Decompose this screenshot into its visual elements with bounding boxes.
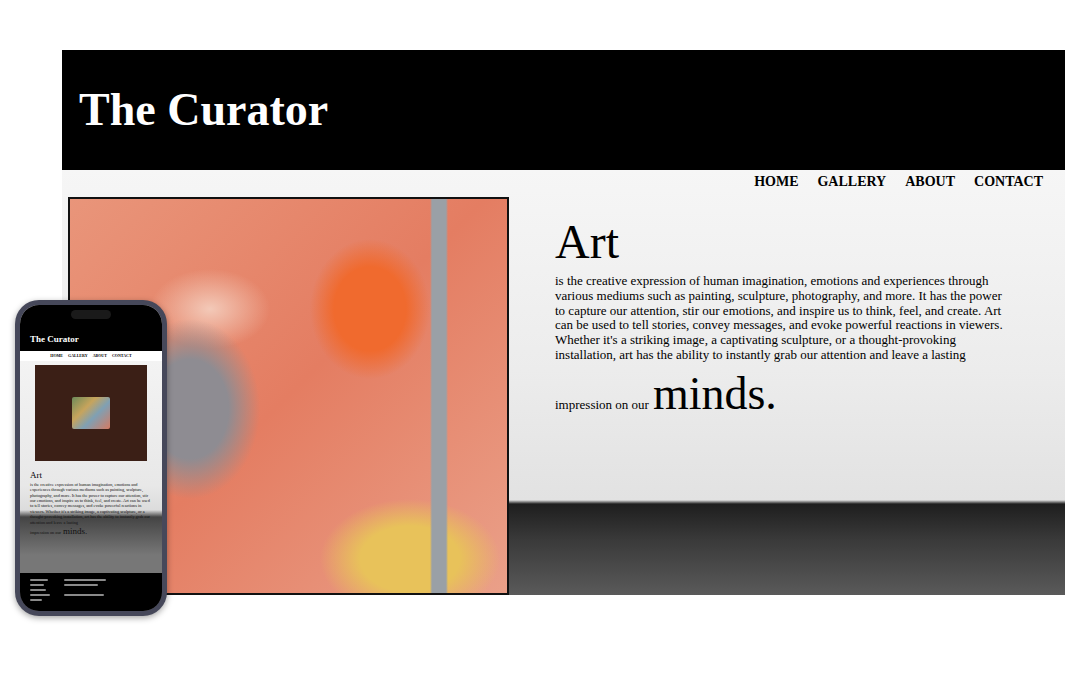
phone-artwork-detail [72, 397, 110, 429]
nav-link[interactable]: HOME [754, 174, 798, 196]
phone-footer-line [30, 584, 44, 586]
phone-notch [71, 310, 111, 319]
phone-hero-closing: impression on ourminds. [20, 525, 162, 536]
phone-nav-link[interactable]: ABOUT [93, 354, 107, 359]
phone-footer-line [30, 589, 46, 591]
hero-heading: Art [555, 218, 1019, 266]
site-body: HOME GALLERY ABOUT CONTACT Art is the creativ… [62, 170, 1065, 595]
desktop-page: The Curator HOME GALLERY ABOUT CONTACT Art is … [62, 50, 1065, 595]
nav-link[interactable]: CONTACT [974, 174, 1043, 196]
phone-footer-line [30, 579, 48, 581]
phone-footer-line [64, 584, 98, 586]
hero-text: Art is the creative expression of human i… [509, 196, 1019, 595]
phone-screen: The Curator HOME GALLERY ABOUT CONTACT Artis … [20, 305, 162, 611]
phone-site-title[interactable]: The Curator [30, 335, 79, 345]
phone-nav-link[interactable]: HOME [50, 354, 63, 359]
phone-footer [20, 573, 162, 611]
phone-nav-bar: HOME GALLERY ABOUT CONTACT [20, 351, 162, 361]
phone-closing-text: impression on our [30, 530, 61, 535]
nav-link[interactable]: GALLERY [817, 174, 886, 196]
closing-text: impression on our [555, 397, 649, 413]
nav-bar: HOME GALLERY ABOUT CONTACT [62, 170, 1065, 196]
phone-footer-column [64, 579, 106, 605]
emphasis-text: minds. [653, 369, 777, 420]
hero-closing: impression on ourminds. [555, 369, 1019, 420]
phone-footer-line [64, 579, 106, 581]
phone-nav-link[interactable]: CONTACT [112, 354, 132, 359]
hero-paragraph: is the creative expression of human imag… [555, 274, 1015, 363]
phone-footer-line [30, 594, 50, 596]
phone-hero-paragraph: is the creative expression of human imag… [20, 481, 162, 525]
phone-footer-line [64, 594, 104, 596]
phone-hero-heading: Art [20, 461, 162, 481]
site-title[interactable]: The Curator [79, 85, 328, 136]
phone-footer-column [30, 579, 50, 605]
phone-header: The Curator [20, 305, 162, 351]
nav-link[interactable]: ABOUT [905, 174, 955, 196]
phone-mockup: The Curator HOME GALLERY ABOUT CONTACT Artis … [15, 300, 167, 616]
phone-footer-line [30, 599, 42, 601]
hero: Art is the creative expression of human i… [62, 196, 1065, 595]
site-header: The Curator [62, 50, 1065, 170]
phone-artwork-image [35, 365, 147, 461]
phone-emphasis-text: minds. [63, 526, 87, 536]
phone-nav-link[interactable]: GALLERY [68, 354, 88, 359]
